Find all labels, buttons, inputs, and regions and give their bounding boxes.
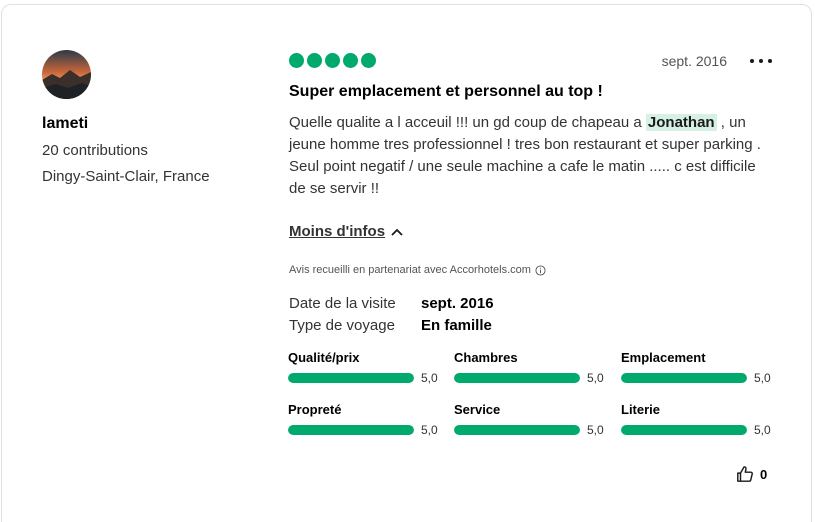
review-paragraph: Quelle qualite a l acceuil !!! un gd cou… <box>289 112 769 156</box>
partner-note: Avis recueilli en partenariat avec Accor… <box>289 264 546 276</box>
rating-label: Chambres <box>454 350 518 365</box>
rating-bar <box>454 425 580 435</box>
rating-bubble <box>343 53 358 68</box>
review-body: Quelle qualite a l acceuil !!! un gd cou… <box>289 112 769 200</box>
rating-value: 5,0 <box>587 371 604 385</box>
rating-bubble <box>289 53 304 68</box>
partner-note-text: Avis recueilli en partenariat avec Accor… <box>289 264 531 276</box>
rating-label: Propreté <box>288 402 342 417</box>
rating-item: Chambres 5,0 <box>454 350 614 385</box>
rating-item: Propreté 5,0 <box>288 402 448 437</box>
helpful-count: 0 <box>760 466 768 482</box>
rating-bar <box>621 425 747 435</box>
reviewer-contributions: 20 contributions <box>42 142 148 159</box>
rating-item: Service 5,0 <box>454 402 614 437</box>
rating-bar <box>454 373 580 383</box>
rating-bubble <box>325 53 340 68</box>
rating-bubble <box>361 53 376 68</box>
highlighted-name: Jonathan <box>645 114 717 131</box>
review-date: sept. 2016 <box>661 53 727 69</box>
trip-type-value: En famille <box>421 317 492 334</box>
rating-value: 5,0 <box>754 423 771 437</box>
trip-type-row: Type de voyage En famille <box>289 317 492 334</box>
thumbs-up-icon <box>737 466 753 482</box>
visit-date-label: Date de la visite <box>289 295 396 312</box>
rating-bar <box>288 425 414 435</box>
avatar-image <box>42 50 91 99</box>
more-dots-icon[interactable] <box>750 51 772 71</box>
trip-type-label: Type de voyage <box>289 317 395 334</box>
rating-label: Literie <box>621 402 661 417</box>
rating-value: 5,0 <box>587 423 604 437</box>
reviewer-location: Dingy-Saint-Clair, France <box>42 168 210 185</box>
rating-label: Emplacement <box>621 350 706 365</box>
review-text: Quelle qualite a l acceuil !!! un gd cou… <box>289 114 646 131</box>
rating-value: 5,0 <box>421 423 438 437</box>
info-icon[interactable] <box>535 264 546 276</box>
rating-bar <box>288 373 414 383</box>
avatar[interactable] <box>42 50 91 99</box>
rating-label: Qualité/prix <box>288 350 360 365</box>
rating-bubble <box>307 53 322 68</box>
rating-value: 5,0 <box>421 371 438 385</box>
visit-date-value: sept. 2016 <box>421 295 494 312</box>
review-paragraph: Seul point negatif / une seule machine a… <box>289 158 756 197</box>
bubble-rating <box>289 53 376 68</box>
less-info-toggle[interactable]: Moins d'infos <box>289 223 403 240</box>
helpful-button[interactable]: 0 <box>736 465 767 483</box>
rating-value: 5,0 <box>754 371 771 385</box>
rating-item: Emplacement 5,0 <box>621 350 781 385</box>
review-card: lameti 20 contributions Dingy-Saint-Clai… <box>1 4 812 522</box>
visit-date-row: Date de la visite sept. 2016 <box>289 295 494 312</box>
rating-label: Service <box>454 402 501 417</box>
less-info-label: Moins d'infos <box>289 223 386 240</box>
reviewer-name[interactable]: lameti <box>42 115 88 133</box>
chevron-up-icon <box>391 228 403 236</box>
rating-bar <box>621 373 747 383</box>
review-title[interactable]: Super emplacement et personnel au top ! <box>289 83 603 101</box>
rating-item: Literie 5,0 <box>621 402 781 437</box>
rating-item: Qualité/prix 5,0 <box>288 350 448 385</box>
